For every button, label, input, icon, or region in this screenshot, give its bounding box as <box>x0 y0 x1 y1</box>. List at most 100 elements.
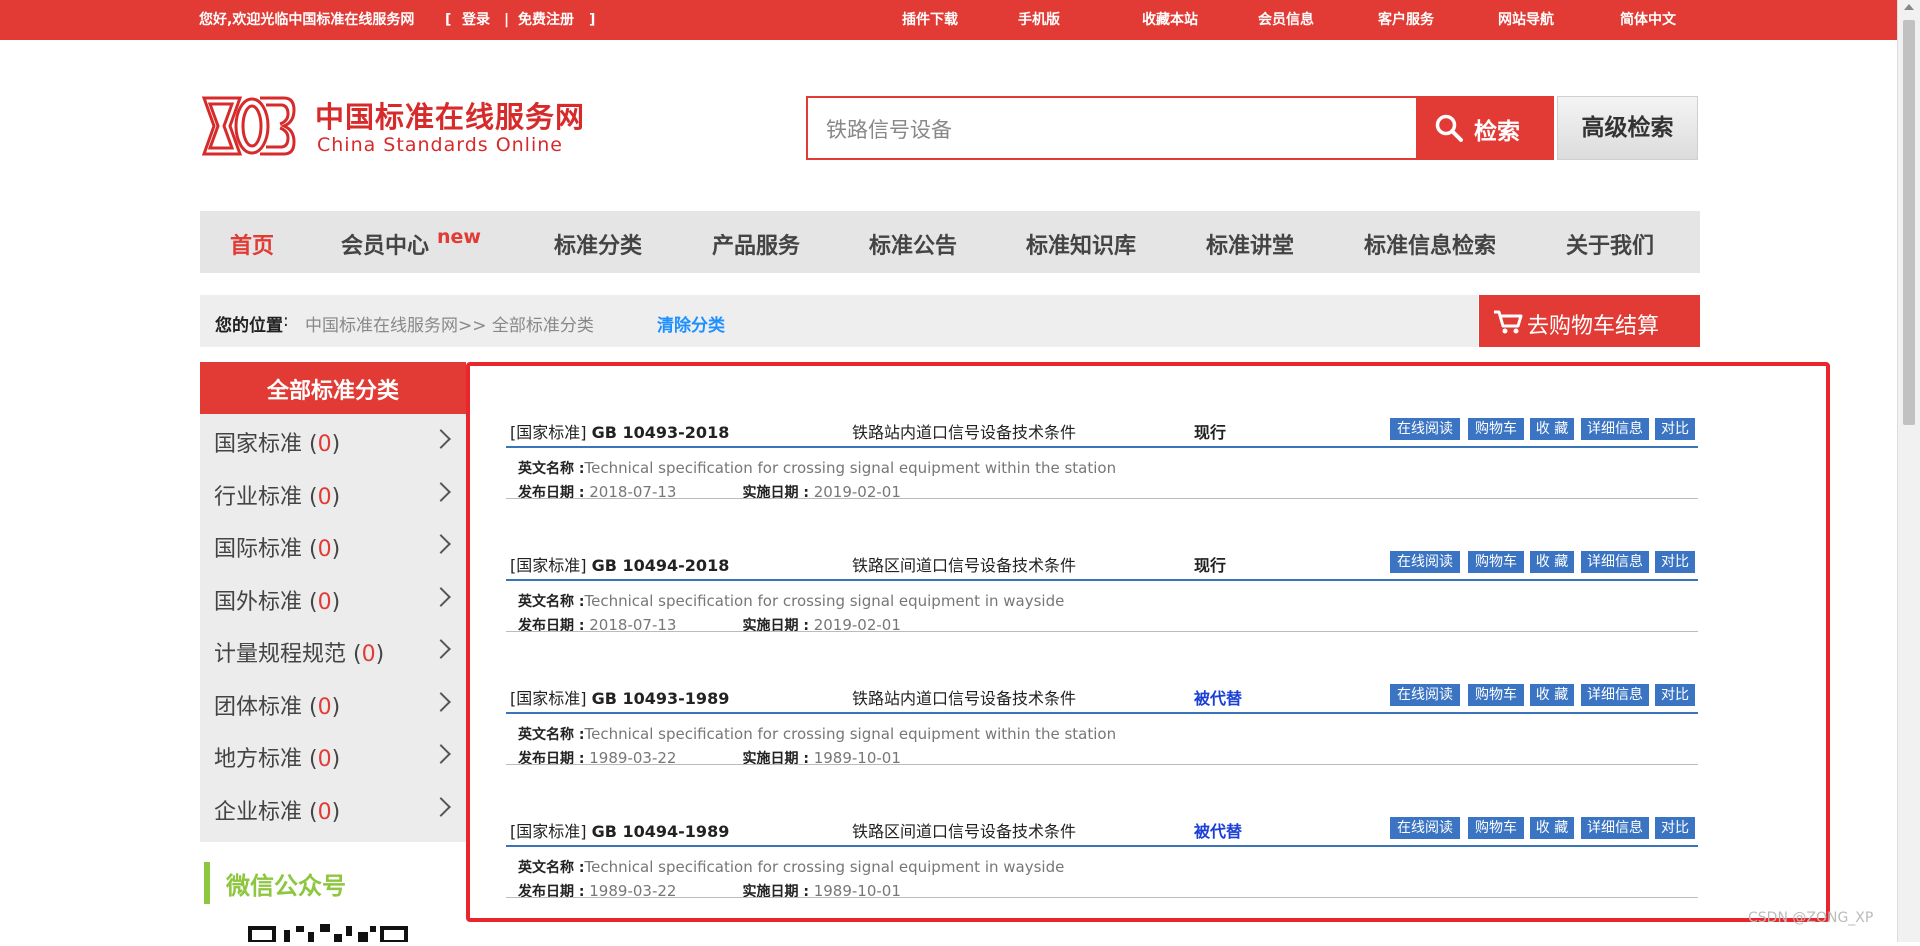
category-name: 企业标准 <box>214 799 303 825</box>
favorite-button[interactable]: 收 藏 <box>1530 418 1574 440</box>
favorite-button[interactable]: 收 藏 <box>1530 684 1574 706</box>
date-info: 发布日期 : 1989-03-22 实施日期 : 1989-10-01 <box>518 881 901 901</box>
english-name: 英文名称 :Technical specification for crossi… <box>518 724 1116 744</box>
standard-code[interactable]: [国家标准] GB 10494-1989 <box>510 818 729 842</box>
nav-product-service[interactable]: 产品服务 <box>712 228 800 260</box>
favorite-button[interactable]: 收 藏 <box>1530 817 1574 839</box>
language-link[interactable]: 简体中文 <box>1620 11 1676 29</box>
details-button[interactable]: 详细信息 <box>1581 551 1649 573</box>
details-button[interactable]: 详细信息 <box>1581 817 1649 839</box>
standard-code[interactable]: [国家标准] GB 10493-2018 <box>510 419 729 443</box>
breadcrumb: 您的位置 : 中国标准在线服务网>> 全部标准分类 清除分类 <box>200 295 1478 347</box>
standard-title[interactable]: 铁路站内道口信号设备技术条件 <box>852 685 1076 709</box>
standard-code[interactable]: [国家标准] GB 10494-2018 <box>510 552 729 576</box>
english-name-value: Technical specification for crossing sig… <box>584 592 1065 610</box>
category-name: 国家标准 <box>214 432 303 457</box>
breadcrumb-path[interactable]: 中国标准在线服务网>> 全部标准分类 <box>305 311 594 336</box>
nav-standard-category[interactable]: 标准分类 <box>554 228 642 260</box>
breadcrumb-label: 您的位置 <box>215 316 283 336</box>
login-link[interactable]: 登录 <box>462 11 490 29</box>
sidebar-category-item[interactable]: 团体标准 (0) <box>200 677 466 729</box>
nav-lecture[interactable]: 标准讲堂 <box>1206 228 1294 260</box>
sidebar-category-item[interactable]: 国际标准 (0) <box>200 519 466 571</box>
mobile-link[interactable]: 手机版 <box>1018 11 1060 29</box>
search-input[interactable] <box>808 98 1428 160</box>
add-to-cart-button[interactable]: 购物车 <box>1468 817 1524 839</box>
result-row: [国家标准] GB 10493-1989 铁路站内道口信号设备技术条件 被代替 在线阅… <box>470 632 1698 767</box>
result-header: [国家标准] GB 10494-2018 铁路区间道口信号设备技术条件 现行 在线阅读… <box>506 549 1698 581</box>
standard-code[interactable]: [国家标准] GB 10493-1989 <box>510 685 729 709</box>
standard-number: GB 10493-1989 <box>591 689 730 708</box>
online-read-button[interactable]: 在线阅读 <box>1390 418 1460 440</box>
compare-button[interactable]: 对比 <box>1655 551 1695 573</box>
compare-button[interactable]: 对比 <box>1655 418 1695 440</box>
results-panel: [国家标准] GB 10493-2018 铁路站内道口信号设备技术条件 现行 在线阅读… <box>466 362 1830 922</box>
nav-home[interactable]: 首页 <box>230 228 274 260</box>
sidebar-category-item[interactable]: 国外标准 (0) <box>200 572 466 624</box>
category-label: 团体标准 (0) <box>214 689 340 721</box>
bookmark-link[interactable]: 收藏本站 <box>1142 11 1198 29</box>
site-nav-link[interactable]: 网站导航 <box>1498 11 1554 29</box>
details-button[interactable]: 详细信息 <box>1581 418 1649 440</box>
scroll-up-icon[interactable] <box>1904 4 1914 10</box>
register-link[interactable]: 免费注册 <box>518 11 574 29</box>
category-label: 地方标准 (0) <box>214 741 340 773</box>
standard-status: 被代替 <box>1194 689 1243 708</box>
nav-knowledge-base[interactable]: 标准知识库 <box>1026 228 1136 260</box>
standard-title[interactable]: 铁路区间道口信号设备技术条件 <box>852 552 1076 576</box>
standard-title[interactable]: 铁路站内道口信号设备技术条件 <box>852 419 1076 443</box>
category-count-wrap: (0) <box>302 484 341 510</box>
favorite-button[interactable]: 收 藏 <box>1530 551 1574 573</box>
add-to-cart-button[interactable]: 购物车 <box>1468 551 1524 573</box>
online-read-button[interactable]: 在线阅读 <box>1390 551 1460 573</box>
category-count: 0 <box>317 799 332 825</box>
compare-button[interactable]: 对比 <box>1655 684 1695 706</box>
nav-announcement[interactable]: 标准公告 <box>869 228 957 260</box>
category-count-wrap: (0) <box>302 537 341 562</box>
category-count-wrap: (0) <box>302 432 341 457</box>
bracket-close: ] <box>589 12 596 28</box>
chevron-right-icon <box>431 534 451 554</box>
english-name-label: 英文名称 : <box>518 594 585 610</box>
sidebar-category-item[interactable]: 行业标准 (0) <box>200 467 466 519</box>
sidebar-category-item[interactable]: 计量规程规范 (0) <box>200 624 466 676</box>
go-to-cart-label: 去购物车结算 <box>1527 314 1660 339</box>
clear-category-link[interactable]: 清除分类 <box>657 311 725 336</box>
category-count-wrap: (0) <box>346 642 385 667</box>
member-info-link[interactable]: 会员信息 <box>1258 11 1314 29</box>
plugin-download-link[interactable]: 插件下载 <box>902 11 958 29</box>
result-row: [国家标准] GB 10494-2018 铁路区间道口信号设备技术条件 现行 在线阅读… <box>470 499 1698 634</box>
nav-info-search[interactable]: 标准信息检索 <box>1364 228 1496 260</box>
nav-about-us[interactable]: 关于我们 <box>1566 228 1654 260</box>
add-to-cart-button[interactable]: 购物车 <box>1468 684 1524 706</box>
go-to-cart-button[interactable]: 去购物车结算 <box>1479 295 1700 347</box>
site-logo[interactable]: 中国标准在线服务网 China Standards Online <box>200 94 600 158</box>
sidebar-category-item[interactable]: 国家标准 (0) <box>200 414 466 466</box>
result-header: [国家标准] GB 10494-1989 铁路区间道口信号设备技术条件 被代替 在线阅… <box>506 815 1698 847</box>
search-button[interactable]: 检索 <box>1418 96 1554 160</box>
standard-title[interactable]: 铁路区间道口信号设备技术条件 <box>852 818 1076 842</box>
customer-service-link[interactable]: 客户服务 <box>1378 11 1434 29</box>
compare-button[interactable]: 对比 <box>1655 817 1695 839</box>
category-count: 0 <box>361 642 376 667</box>
online-read-button[interactable]: 在线阅读 <box>1390 817 1460 839</box>
sidebar-category-item[interactable]: 地方标准 (0) <box>200 729 466 781</box>
scrollbar-thumb[interactable] <box>1903 20 1915 425</box>
chevron-right-icon <box>431 796 451 817</box>
shopping-cart-icon <box>1494 310 1523 334</box>
page-scrollbar[interactable] <box>1897 0 1920 942</box>
wechat-qr-code <box>248 922 408 944</box>
details-button[interactable]: 详细信息 <box>1581 684 1649 706</box>
welcome-text: 您好,欢迎光临中国标准在线服务网 <box>199 12 415 28</box>
sidebar-category-item[interactable]: 企业标准 (0) <box>200 782 466 834</box>
nav-member-center[interactable]: 会员中心 <box>341 228 429 260</box>
category-count: 0 <box>317 537 332 562</box>
category-label: 国际标准 (0) <box>214 531 340 563</box>
add-to-cart-button[interactable]: 购物车 <box>1468 418 1524 440</box>
advanced-search-button[interactable]: 高级检索 <box>1557 96 1698 160</box>
english-name: 英文名称 :Technical specification for crossi… <box>518 458 1116 478</box>
english-name-value: Technical specification for crossing sig… <box>584 725 1117 743</box>
sidebar-title: 全部标准分类 <box>200 362 466 414</box>
search-box <box>806 96 1428 160</box>
online-read-button[interactable]: 在线阅读 <box>1390 684 1460 706</box>
